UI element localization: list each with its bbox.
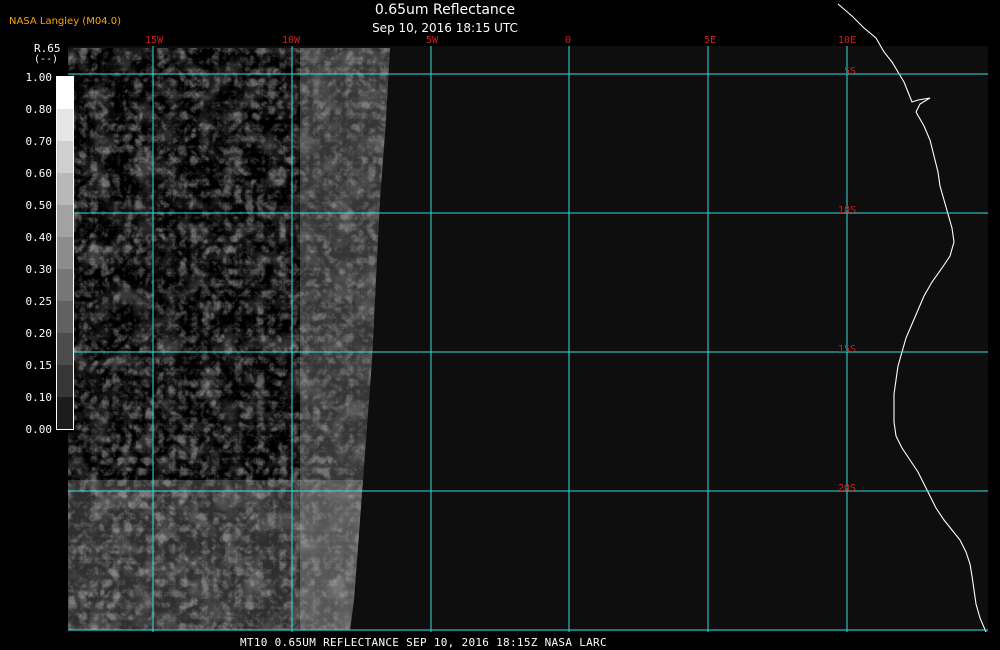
legend-tick: 0.60 [25, 167, 53, 180]
legend-tick: 0.00 [25, 423, 53, 436]
lon-label-0: 0 [565, 35, 572, 46]
timestamp-subtitle: Sep 10, 2016 18:15 UTC [372, 21, 518, 35]
reflectance-map [68, 3, 988, 633]
lon-label-15w: 15W [145, 35, 164, 46]
legend-tick: 0.40 [25, 231, 53, 244]
legend-tick: 0.20 [25, 327, 53, 340]
legend-tick: 0.15 [25, 359, 53, 372]
legend-tick: 1.00 [25, 71, 53, 84]
footer-caption: MT10 0.65UM REFLECTANCE SEP 10, 2016 18:… [240, 636, 607, 649]
lon-label-5e: 5E [704, 35, 717, 46]
cloud-field [68, 48, 390, 630]
legend-tick: 0.80 [25, 103, 53, 116]
legend-tick: 0.10 [25, 391, 53, 404]
colorbar-ramp [57, 77, 73, 429]
legend-tick: 0.70 [25, 135, 53, 148]
legend-tick: 0.25 [25, 295, 53, 308]
legend-units: (--) [34, 54, 59, 65]
lat-label-15s: 15S [838, 344, 857, 355]
page-title: 0.65um Reflectance [374, 2, 516, 18]
legend-tick: 0.30 [25, 263, 53, 276]
lon-label-10w: 10W [282, 35, 301, 46]
lon-label-10e: 10E [838, 35, 857, 46]
legend-tick: 0.50 [25, 199, 53, 212]
colorbar [56, 76, 74, 430]
lat-label-5s: 5S [844, 66, 857, 77]
lon-label-5w: 5W [426, 35, 439, 46]
lat-label-20s: 20S [838, 483, 857, 494]
satellite-image-view: NASA Langley (M04.0) 0.65um Reflectance … [0, 0, 1000, 650]
lat-label-10s: 10S [838, 205, 857, 216]
